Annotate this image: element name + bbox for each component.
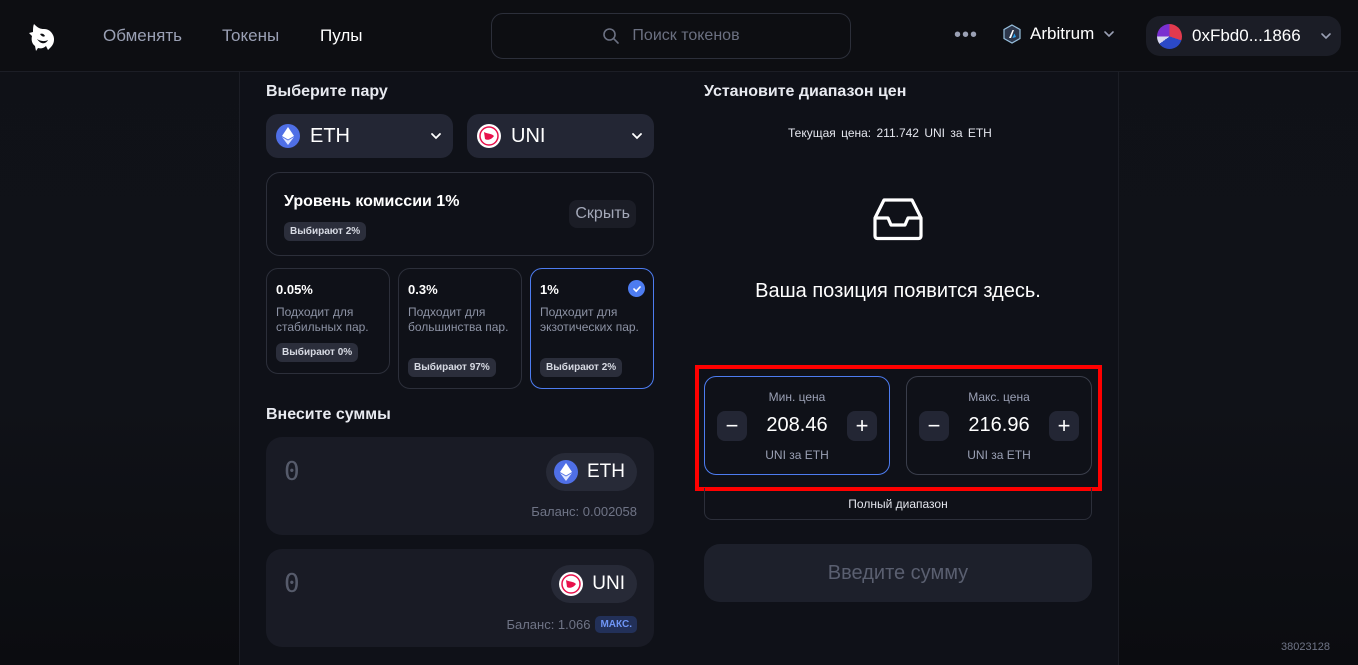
uni-amount-panel: 0 UNI Баланс: 1.066 МАКС. xyxy=(266,549,654,647)
balance-text: Баланс: 1.066 xyxy=(506,617,591,632)
deposit-amounts-title: Внесите суммы xyxy=(266,406,391,423)
fee-tier-description: Подходит для экзотических пар. xyxy=(540,305,639,334)
eth-icon xyxy=(554,460,578,484)
inbox-icon xyxy=(873,198,923,241)
fee-selection-badge: Выбирают 2% xyxy=(284,222,367,241)
fee-tier-percent: 0.3% xyxy=(408,282,438,297)
header: Обменять Токены Пулы Поиск токенов ••• A… xyxy=(0,0,1358,72)
fee-tier-option-0-05[interactable]: 0.05% Подходит для стабильных пар. Выбир… xyxy=(266,268,390,374)
token-a-select[interactable]: ETH xyxy=(266,114,453,158)
chevron-down-icon xyxy=(632,133,642,140)
token-a-symbol: ETH xyxy=(310,124,350,147)
eth-token-chip: ETH xyxy=(546,453,637,491)
uni-icon xyxy=(477,124,501,148)
fee-tier-description: Подходит для большинства пар. xyxy=(408,305,509,334)
more-menu-button[interactable]: ••• xyxy=(954,24,978,47)
check-icon xyxy=(628,280,645,297)
hide-fee-tiers-button[interactable]: Скрыть xyxy=(569,200,636,228)
search-placeholder: Поиск токенов xyxy=(632,27,740,44)
current-price: Текущая цена: 211.742 UNI за ETH xyxy=(788,126,992,140)
wallet-address: 0xFbd0...1866 xyxy=(1192,26,1301,45)
fee-tier-badge: Выбирают 97% xyxy=(408,358,496,377)
fee-tier-summary: Уровень комиссии 1% Выбирают 2% Скрыть xyxy=(266,172,654,256)
enter-amount-button[interactable]: Введите сумму xyxy=(704,544,1092,602)
nav-swap[interactable]: Обменять xyxy=(103,26,182,46)
fee-tier-option-1[interactable]: 1% Подходит для экзотических пар. Выбира… xyxy=(530,268,654,389)
select-pair-title: Выберите пару xyxy=(266,83,388,100)
fee-tier-percent: 1% xyxy=(540,282,559,297)
highlight-outline xyxy=(695,365,1102,491)
network-name: Arbitrum xyxy=(1030,24,1095,43)
network-selector[interactable]: Arbitrum xyxy=(1002,24,1116,44)
token-b-select[interactable]: UNI xyxy=(467,114,654,158)
full-range-button[interactable]: Полный диапазон xyxy=(704,488,1092,520)
fee-tier-description: Подходит для стабильных пар. xyxy=(276,305,369,334)
token-symbol: UNI xyxy=(592,573,625,594)
search-icon xyxy=(603,28,620,44)
uni-balance: Баланс: 1.066 МАКС. xyxy=(506,616,637,633)
position-empty-text: Ваша позиция появится здесь. xyxy=(755,280,1041,302)
chevron-down-icon xyxy=(1320,33,1331,40)
fee-tier-title: Уровень комиссии 1% xyxy=(284,193,460,210)
fee-tier-badge: Выбирают 0% xyxy=(276,343,359,362)
uni-token-chip: UNI xyxy=(551,565,637,603)
uni-icon xyxy=(559,572,584,596)
current-price-unit: UNI за ETH xyxy=(924,126,992,140)
eth-balance: Баланс: 0.002058 xyxy=(531,504,637,519)
eth-amount-panel: 0 ETH Баланс: 0.002058 xyxy=(266,437,654,535)
arbitrum-icon xyxy=(1003,24,1021,44)
avatar xyxy=(1157,23,1182,49)
token-symbol: ETH xyxy=(587,461,625,482)
chevron-down-icon xyxy=(1104,31,1115,38)
uni-amount-input[interactable]: 0 xyxy=(284,569,300,599)
build-id: 38023128 xyxy=(1281,641,1330,653)
search-input[interactable]: Поиск токенов xyxy=(491,13,851,59)
wallet-button[interactable]: 0xFbd0...1866 xyxy=(1146,16,1341,56)
nav-pools[interactable]: Пулы xyxy=(320,26,362,46)
fee-tier-badge: Выбирают 2% xyxy=(540,358,623,377)
chevron-down-icon xyxy=(431,133,441,140)
fee-tier-percent: 0.05% xyxy=(276,282,313,297)
current-price-label: Текущая цена: xyxy=(788,126,872,140)
max-button[interactable]: МАКС. xyxy=(595,616,637,633)
fee-tier-option-0-3[interactable]: 0.3% Подходит для большинства пар. Выбир… xyxy=(398,268,522,389)
nav-tokens[interactable]: Токены xyxy=(222,26,279,46)
balance-text: Баланс: 0.002058 xyxy=(531,504,637,519)
current-price-value: 211.742 xyxy=(876,126,919,140)
eth-icon xyxy=(276,124,300,148)
eth-amount-input[interactable]: 0 xyxy=(284,457,300,487)
set-price-range-title: Установите диапазон цен xyxy=(704,83,907,100)
token-b-symbol: UNI xyxy=(511,124,546,147)
uniswap-logo-icon[interactable] xyxy=(26,20,60,54)
